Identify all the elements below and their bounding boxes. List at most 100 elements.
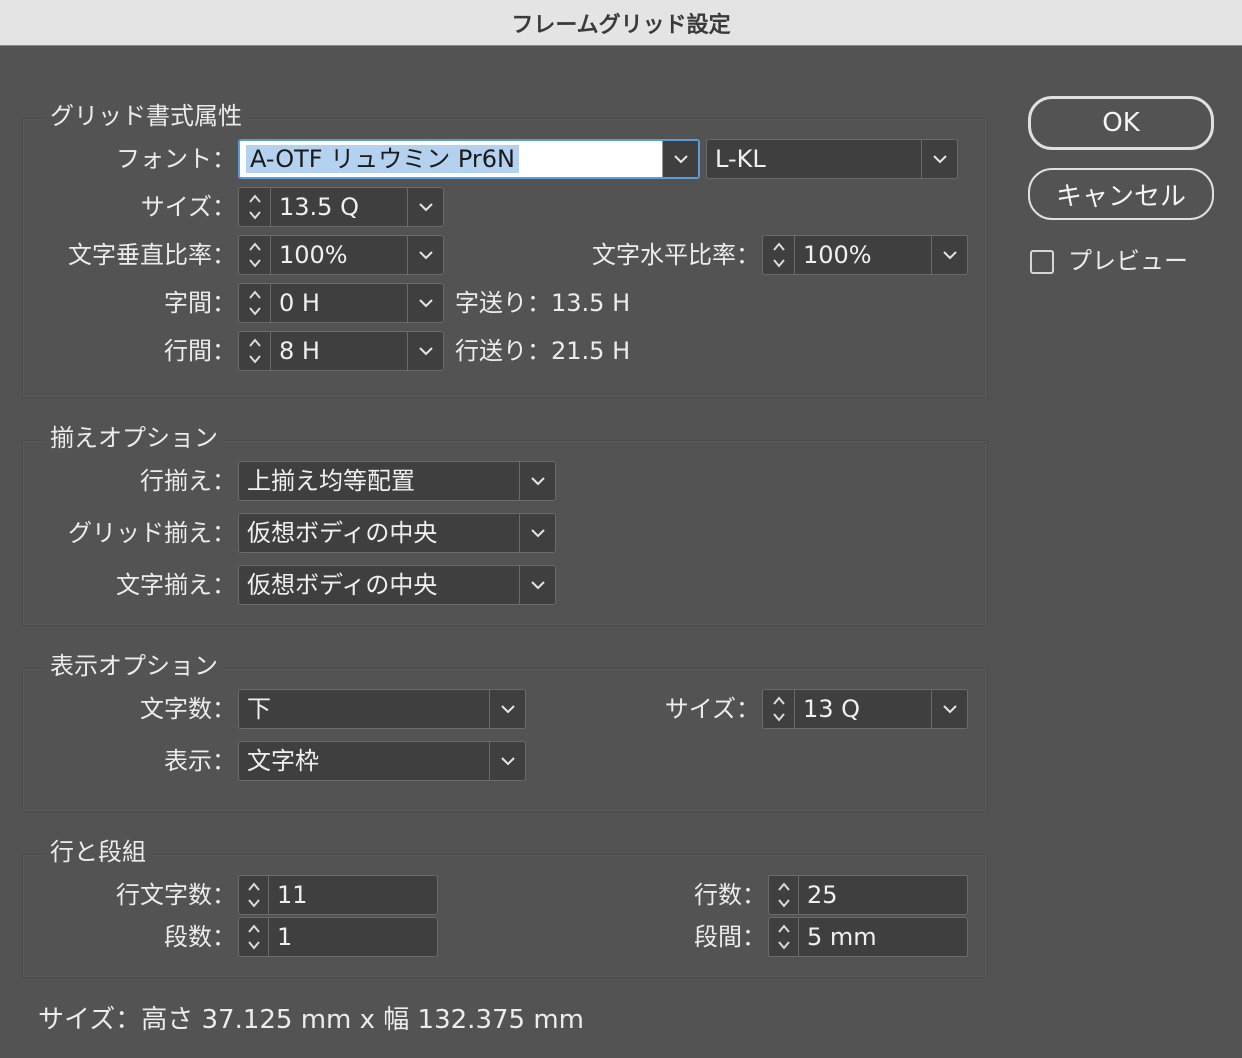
columns-field[interactable]: 1 <box>238 917 438 957</box>
stepper-arrows-icon <box>772 242 785 268</box>
line-spacing-label: 行間： <box>164 337 236 365</box>
vertical-scale-combo[interactable]: 100% <box>238 235 444 275</box>
stepper-arrows-icon <box>777 924 790 950</box>
chevron-down-icon <box>942 251 957 260</box>
chevron-down-icon <box>942 705 957 714</box>
font-family-dropdown-button[interactable] <box>662 141 698 177</box>
line-align-label: 行揃え： <box>140 467 236 495</box>
font-style-value: L-KL <box>715 145 766 173</box>
grid-align-select[interactable]: 仮想ボディの中央 <box>238 513 556 553</box>
char-spacing-dropdown-button[interactable] <box>407 284 443 322</box>
chevron-down-icon <box>500 757 515 766</box>
line-spacing-stepper[interactable] <box>239 332 271 370</box>
stepper-arrows-icon <box>777 882 790 908</box>
size-combo[interactable]: 13.5 Q <box>238 187 444 227</box>
chevron-down-icon <box>418 251 433 260</box>
line-align-value: 上揃え均等配置 <box>247 467 415 495</box>
ok-button[interactable]: OK <box>1028 96 1214 150</box>
char-spacing-stepper[interactable] <box>239 284 271 322</box>
char-count-label: 文字数： <box>140 695 236 723</box>
grid-align-label: グリッド揃え： <box>68 519 236 547</box>
char-advance-text: 字送り：13.5 H <box>455 289 631 317</box>
line-align-dropdown-button[interactable] <box>519 462 555 500</box>
lines-input[interactable]: 25 <box>799 876 967 914</box>
char-align-value: 仮想ボディの中央 <box>247 571 438 599</box>
chevron-down-icon <box>418 203 433 212</box>
char-count-select[interactable]: 下 <box>238 689 526 729</box>
size-stepper[interactable] <box>239 188 271 226</box>
horizontal-scale-label: 文字水平比率： <box>592 241 760 269</box>
view-dropdown-button[interactable] <box>489 742 525 780</box>
columns-stepper[interactable] <box>239 918 269 956</box>
display-size-dropdown-button[interactable] <box>931 690 967 728</box>
preview-label[interactable]: プレビュー <box>1068 241 1188 281</box>
horizontal-scale-input[interactable]: 100% <box>795 236 931 274</box>
size-dropdown-button[interactable] <box>407 188 443 226</box>
chevron-down-icon <box>530 581 545 590</box>
alignment-title: 揃えオプション <box>44 423 224 453</box>
chevron-down-icon <box>418 347 433 356</box>
chevron-down-icon <box>673 155 688 164</box>
preview-checkbox[interactable] <box>1030 250 1054 274</box>
display-title: 表示オプション <box>44 651 224 681</box>
char-spacing-combo[interactable]: 0 H <box>238 283 444 323</box>
font-style-select[interactable]: L-KL <box>706 139 958 179</box>
display-size-stepper[interactable] <box>763 690 795 728</box>
char-align-label: 文字揃え： <box>116 571 236 599</box>
gutter-label: 段間： <box>694 923 766 951</box>
line-advance-text: 行送り：21.5 H <box>455 337 631 365</box>
stepper-arrows-icon <box>248 194 261 220</box>
chars-per-line-label: 行文字数： <box>116 881 236 909</box>
frame-size-text: サイズ：高さ 37.125 mm x 幅 132.375 mm <box>38 1005 584 1035</box>
horizontal-scale-dropdown-button[interactable] <box>931 236 967 274</box>
view-label: 表示： <box>164 747 236 775</box>
display-size-input[interactable]: 13 Q <box>795 690 931 728</box>
line-spacing-input[interactable]: 8 H <box>271 332 407 370</box>
stepper-arrows-icon <box>247 882 260 908</box>
horizontal-scale-combo[interactable]: 100% <box>762 235 968 275</box>
chevron-down-icon <box>530 529 545 538</box>
grid-format-title: グリッド書式属性 <box>44 101 248 131</box>
display-size-label: サイズ： <box>664 695 760 723</box>
display-size-combo[interactable]: 13 Q <box>762 689 968 729</box>
view-value: 文字枠 <box>247 747 319 775</box>
lines-field[interactable]: 25 <box>768 875 968 915</box>
char-count-dropdown-button[interactable] <box>489 690 525 728</box>
vertical-scale-stepper[interactable] <box>239 236 271 274</box>
size-input[interactable]: 13.5 Q <box>271 188 407 226</box>
gutter-input[interactable]: 5 mm <box>799 918 967 956</box>
stepper-arrows-icon <box>248 338 261 364</box>
char-align-select[interactable]: 仮想ボディの中央 <box>238 565 556 605</box>
gutter-stepper[interactable] <box>769 918 799 956</box>
vertical-scale-dropdown-button[interactable] <box>407 236 443 274</box>
lines-label: 行数： <box>694 881 766 909</box>
horizontal-scale-stepper[interactable] <box>763 236 795 274</box>
grid-align-dropdown-button[interactable] <box>519 514 555 552</box>
line-align-select[interactable]: 上揃え均等配置 <box>238 461 556 501</box>
view-select[interactable]: 文字枠 <box>238 741 526 781</box>
font-style-dropdown-button[interactable] <box>921 140 957 178</box>
chevron-down-icon <box>418 299 433 308</box>
lines-columns-title: 行と段組 <box>44 837 152 867</box>
chars-per-line-field[interactable]: 11 <box>238 875 438 915</box>
lines-stepper[interactable] <box>769 876 799 914</box>
vertical-scale-label: 文字垂直比率： <box>68 241 236 269</box>
vertical-scale-input[interactable]: 100% <box>271 236 407 274</box>
char-spacing-input[interactable]: 0 H <box>271 284 407 322</box>
chars-per-line-input[interactable]: 11 <box>269 876 437 914</box>
font-family-input[interactable]: A-OTF リュウミン Pr6N <box>240 141 662 177</box>
grid-align-value: 仮想ボディの中央 <box>247 519 438 547</box>
window-title: フレームグリッド設定 <box>0 0 1242 46</box>
line-spacing-dropdown-button[interactable] <box>407 332 443 370</box>
font-family-combo[interactable]: A-OTF リュウミン Pr6N <box>238 139 700 179</box>
columns-input[interactable]: 1 <box>269 918 437 956</box>
gutter-field[interactable]: 5 mm <box>768 917 968 957</box>
cancel-button[interactable]: キャンセル <box>1028 168 1214 220</box>
char-count-value: 下 <box>247 695 271 723</box>
line-spacing-combo[interactable]: 8 H <box>238 331 444 371</box>
char-align-dropdown-button[interactable] <box>519 566 555 604</box>
stepper-arrows-icon <box>248 290 261 316</box>
chars-per-line-stepper[interactable] <box>239 876 269 914</box>
chevron-down-icon <box>500 705 515 714</box>
stepper-arrows-icon <box>772 696 785 722</box>
